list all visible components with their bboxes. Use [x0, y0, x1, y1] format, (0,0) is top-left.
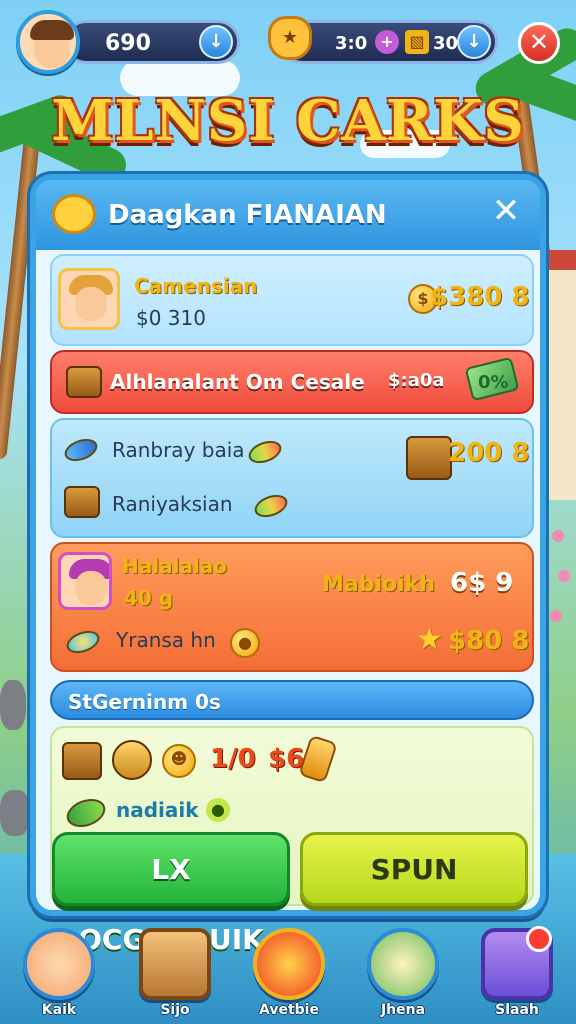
nav-label: Avetbie [259, 1002, 319, 1018]
panel-header: Daagkan FIANAIAN ✕ [36, 180, 540, 250]
nav-item-profile[interactable]: Kaik [18, 928, 100, 1018]
chest-icon [139, 928, 211, 1000]
sale-badge: 0% [478, 372, 509, 393]
status-label: StGerninm 0s [68, 690, 221, 714]
plus-icon[interactable]: + [375, 30, 399, 54]
character-portrait [58, 552, 112, 610]
avatar-icon [23, 928, 95, 1000]
flower [558, 570, 570, 582]
crate-icon [66, 366, 102, 398]
portrait-face [75, 287, 107, 321]
currency-1-value: 3:0 [335, 33, 368, 54]
nav-item-events[interactable]: Avetbie [248, 928, 330, 1018]
coin-icon: ● [230, 628, 260, 658]
notification-badge [526, 926, 552, 952]
cat-coin-icon: ☻ [162, 744, 196, 778]
items-reward: 200 8 [448, 438, 530, 468]
nav-item-shop[interactable]: Sijo [134, 928, 216, 1018]
reward-label: nadiaik [116, 798, 199, 822]
panel-title: Daagkan FIANAIAN [108, 200, 387, 230]
down-arrow-icon[interactable]: ↓ [199, 25, 233, 59]
offer-row-character[interactable]: Camensian $0 310 $ $380 8 [50, 254, 534, 346]
score-value: 690 [105, 31, 151, 56]
offer-row-items[interactable]: Ranbray baia Raniyaksian 200 8 [50, 418, 534, 538]
offer-name: Camensian [134, 274, 258, 298]
treasure-chest-icon [406, 436, 452, 480]
rock [0, 680, 26, 730]
offer-row-sale[interactable]: Alhlanalant Om Cesale $:a0a 0% [50, 350, 534, 414]
cat-icon [52, 194, 96, 234]
nav-item-settings[interactable]: Slaah [476, 926, 558, 1018]
offer-reward: $380 8 [430, 282, 530, 312]
offer-row-bundle[interactable]: Halalalao 40 g Mabioikh 6$ 9 Yransa hn ●… [50, 542, 534, 672]
bundle-name: Halalalao [122, 554, 228, 578]
bundle-offer: Mabioikh [322, 572, 435, 597]
player-avatar[interactable] [16, 10, 80, 74]
star-icon: ★ [416, 622, 443, 657]
bundle-price: 40 g [124, 586, 174, 610]
nav-label: Slaah [495, 1002, 539, 1018]
item-2-label: Raniyaksian [112, 492, 233, 516]
flower [552, 530, 564, 542]
crystal-icon [61, 434, 101, 466]
crate-icon [64, 486, 100, 518]
close-icon[interactable]: ✕ [518, 22, 560, 64]
status-bar: StGerninm 0s [50, 680, 534, 720]
down-arrow-icon[interactable]: ↓ [457, 25, 491, 59]
turtle-icon [62, 793, 110, 833]
nav-label: Kaik [41, 1002, 77, 1018]
bundle-offer-value: 6$ 9 [450, 568, 514, 598]
bundle-item-label: Yransa hn [116, 628, 216, 652]
spin-button[interactable]: SPUN [300, 832, 528, 906]
nav-label: Sijo [160, 1002, 190, 1018]
gold-bars-icon: ▧ [405, 30, 429, 54]
sale-label: Alhlanalant Om Cesale [110, 370, 365, 394]
nav-item-garden[interactable]: Jhena [362, 928, 444, 1018]
offer-price: $0 310 [136, 306, 206, 330]
avatar-hair [30, 20, 74, 40]
gem-icon [245, 436, 285, 468]
flower-shop-icon [367, 928, 439, 1000]
score-pill: 690 ↓ [64, 20, 240, 64]
treasure-chest-icon [62, 742, 102, 780]
reward-count-value: $6 [268, 744, 305, 774]
bundle-reward: $80 8 [448, 626, 530, 656]
character-portrait [58, 268, 120, 330]
currency-pill: 3:0 + ▧ 308 ↓ [280, 20, 498, 64]
potion-icon [298, 734, 338, 784]
close-icon[interactable]: ✕ [488, 194, 524, 230]
reward-count: 1/0 [210, 744, 256, 774]
gem-icon [251, 490, 291, 522]
cat-coin-icon: ★ [268, 16, 312, 60]
game-title: MLNSI CARKS [51, 88, 525, 154]
collect-button[interactable]: LX OCGTKDUIK [52, 832, 290, 956]
fire-orb-icon [253, 928, 325, 1000]
nav-label: Jhena [380, 1002, 426, 1018]
shop-panel: Daagkan FIANAIAN ✕ Camensian $0 310 $ $3… [30, 174, 546, 956]
item-1-label: Ranbray baia [112, 438, 245, 462]
flower [550, 610, 562, 622]
sale-price: $:a0a [388, 370, 445, 391]
top-bar: 690 ↓ 3:0 + ▧ 308 ↓ ★ ✕ [0, 6, 576, 74]
portrait-face [75, 571, 107, 605]
sprout-icon: ● [206, 798, 230, 822]
cat-statue-icon [112, 740, 152, 780]
flower-badge-icon [63, 626, 103, 658]
rock [0, 790, 30, 836]
